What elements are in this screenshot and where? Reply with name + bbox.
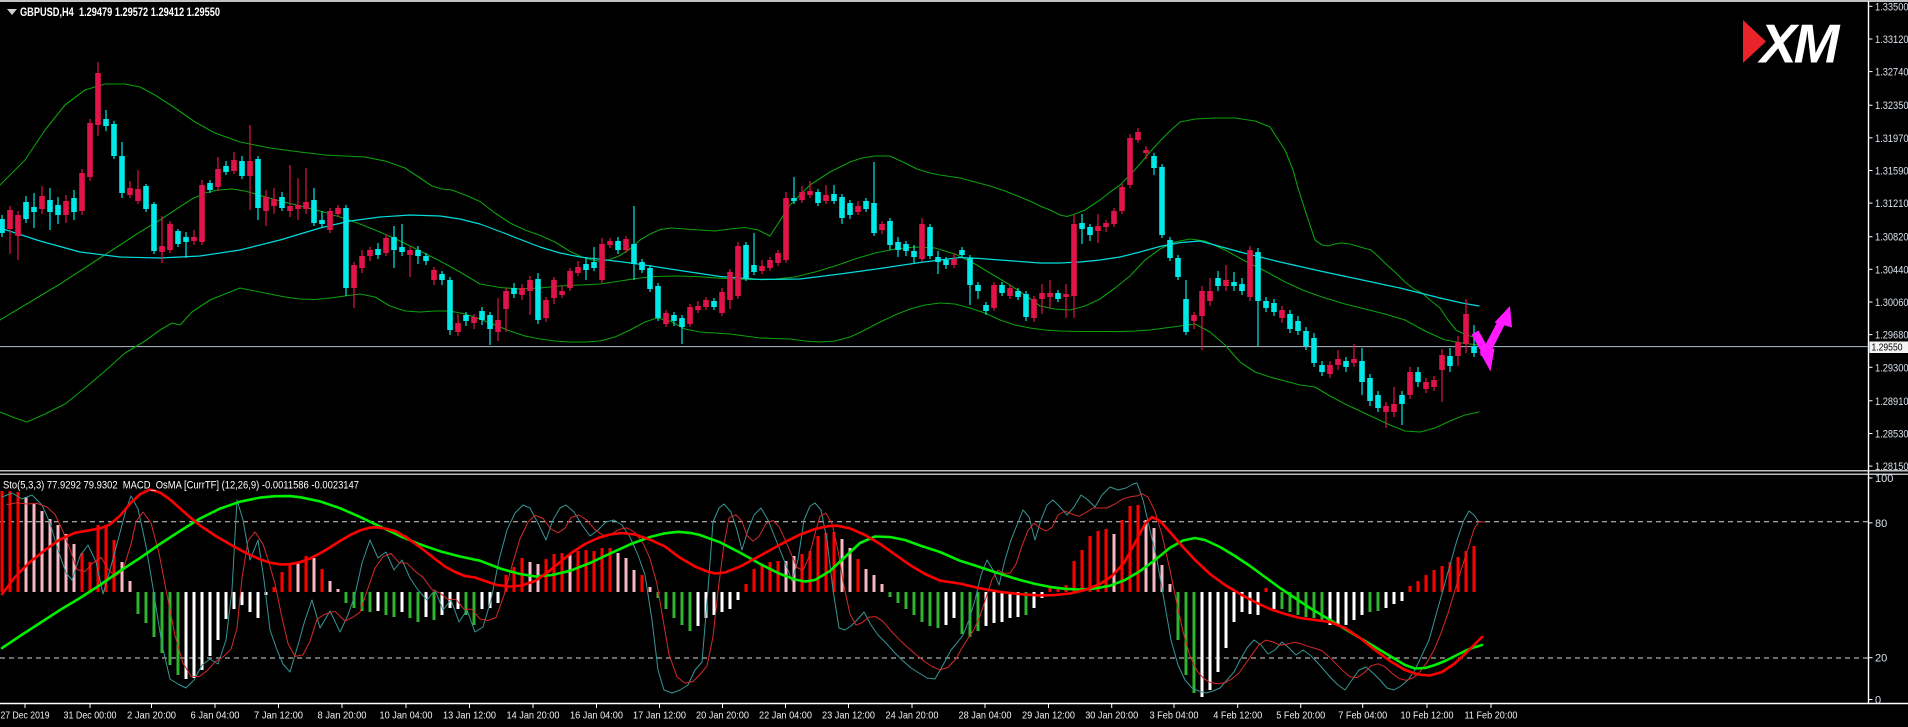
svg-text:1.30440: 1.30440	[1875, 264, 1908, 276]
svg-text:4 Feb 12:00: 4 Feb 12:00	[1213, 710, 1262, 722]
svg-text:1.30820: 1.30820	[1875, 232, 1908, 244]
svg-text:7 Jan 12:00: 7 Jan 12:00	[254, 710, 303, 722]
svg-text:1.32350: 1.32350	[1875, 100, 1908, 112]
svg-text:29 Jan 12:00: 29 Jan 12:00	[1022, 710, 1075, 722]
svg-text:28 Jan 04:00: 28 Jan 04:00	[959, 710, 1012, 722]
svg-text:8 Jan 20:00: 8 Jan 20:00	[318, 710, 367, 722]
svg-text:100: 100	[1875, 473, 1893, 485]
svg-text:23 Jan 12:00: 23 Jan 12:00	[822, 710, 875, 722]
svg-text:7 Feb 04:00: 7 Feb 04:00	[1338, 710, 1387, 722]
svg-text:6 Jan 04:00: 6 Jan 04:00	[191, 710, 240, 722]
svg-text:24 Jan 20:00: 24 Jan 20:00	[886, 710, 939, 722]
svg-text:31 Dec 00:00: 31 Dec 00:00	[64, 710, 117, 722]
svg-text:27 Dec 2019: 27 Dec 2019	[1, 710, 50, 722]
svg-text:80: 80	[1875, 518, 1887, 530]
svg-text:1.31590: 1.31590	[1875, 166, 1908, 178]
svg-text:GBPUSD,H4 1.29479 1.29572 1.2: GBPUSD,H4 1.29479 1.29572 1.29412 1.2955…	[20, 7, 220, 19]
svg-text:0: 0	[1875, 695, 1881, 707]
svg-text:30 Jan 20:00: 30 Jan 20:00	[1085, 710, 1138, 722]
svg-text:1.33120: 1.33120	[1875, 34, 1908, 46]
svg-text:17 Jan 12:00: 17 Jan 12:00	[633, 710, 686, 722]
svg-text:20 Jan 20:00: 20 Jan 20:00	[696, 710, 749, 722]
svg-text:1.28530: 1.28530	[1875, 429, 1908, 441]
svg-text:16 Jan 04:00: 16 Jan 04:00	[570, 710, 623, 722]
svg-text:1.29300: 1.29300	[1875, 362, 1908, 374]
svg-text:10 Feb 12:00: 10 Feb 12:00	[1401, 710, 1454, 722]
svg-text:Sto(5,3,3) 77.9292 79.9302 MA: Sto(5,3,3) 77.9292 79.9302 MACD_OsMA [Cu…	[3, 480, 359, 492]
svg-text:14 Jan 20:00: 14 Jan 20:00	[507, 710, 560, 722]
svg-text:1.32740: 1.32740	[1875, 67, 1908, 79]
svg-text:20: 20	[1875, 653, 1887, 665]
svg-text:2 Jan 20:00: 2 Jan 20:00	[127, 710, 176, 722]
svg-text:XM: XM	[1757, 13, 1841, 75]
svg-text:1.28910: 1.28910	[1875, 396, 1908, 408]
svg-text:1.31970: 1.31970	[1875, 133, 1908, 145]
svg-text:5 Feb 20:00: 5 Feb 20:00	[1276, 710, 1325, 722]
svg-text:1.30060: 1.30060	[1875, 297, 1908, 309]
svg-text:1.31210: 1.31210	[1875, 198, 1908, 210]
svg-text:1.33500: 1.33500	[1875, 1, 1908, 13]
svg-text:1.28150: 1.28150	[1875, 461, 1908, 473]
svg-text:22 Jan 04:00: 22 Jan 04:00	[759, 710, 812, 722]
svg-text:10 Jan 04:00: 10 Jan 04:00	[380, 710, 433, 722]
svg-text:13 Jan 12:00: 13 Jan 12:00	[443, 710, 496, 722]
svg-text:1.29550: 1.29550	[1872, 342, 1903, 354]
svg-text:11 Feb 20:00: 11 Feb 20:00	[1465, 710, 1518, 722]
svg-text:3 Feb 04:00: 3 Feb 04:00	[1150, 710, 1199, 722]
svg-text:1.29680: 1.29680	[1875, 330, 1908, 342]
